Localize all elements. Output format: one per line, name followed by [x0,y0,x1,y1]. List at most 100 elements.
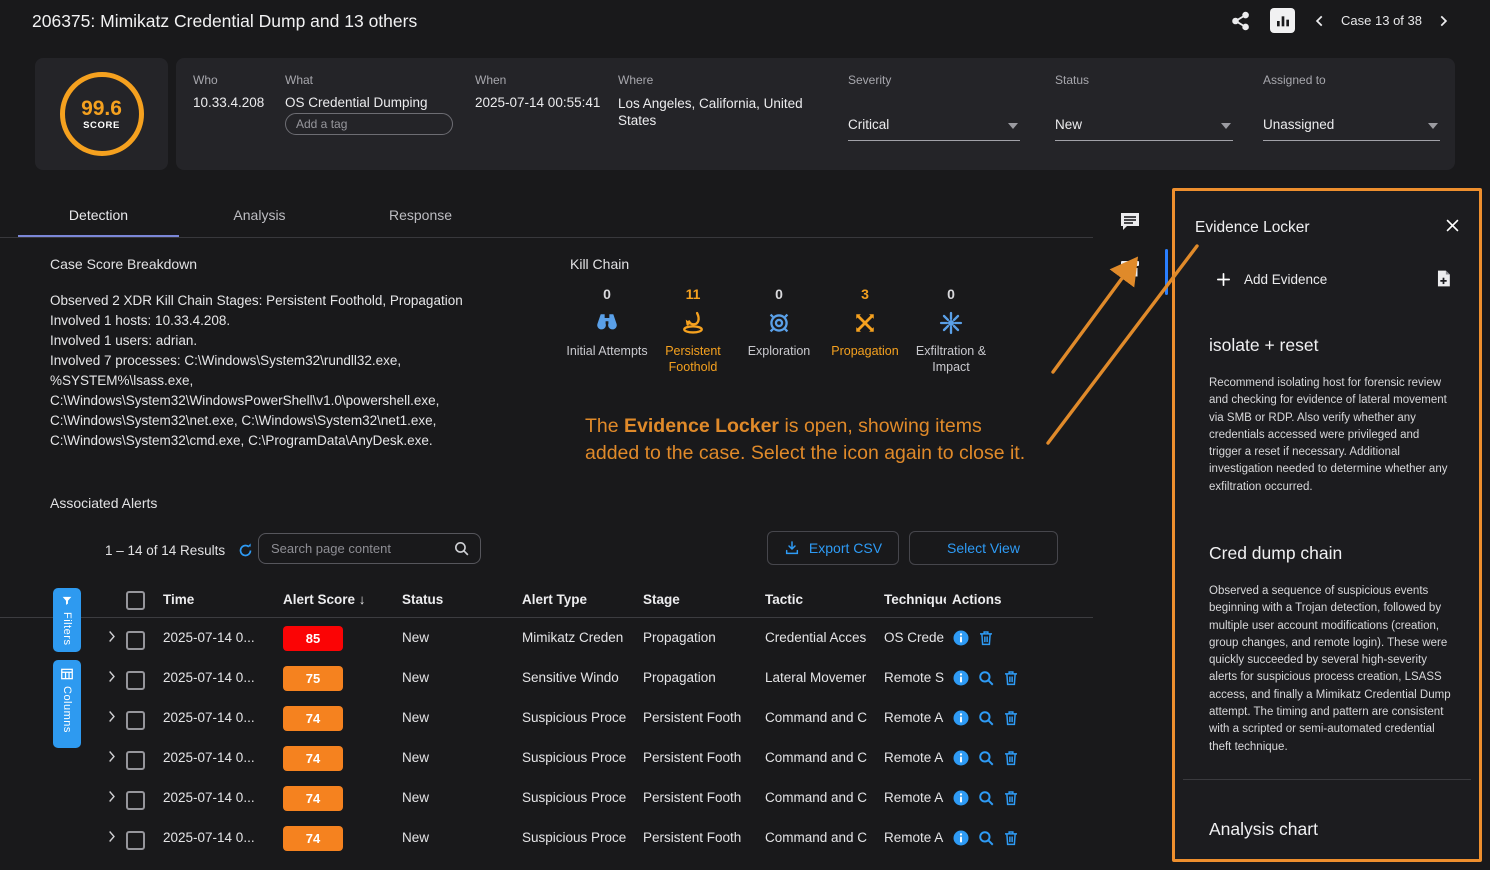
expand-row-button[interactable] [104,669,119,684]
alert-score-badge: 75 [283,666,343,691]
select-all-checkbox[interactable] [126,591,145,610]
next-case-button[interactable] [1436,14,1450,28]
delete-alert-icon[interactable] [1002,669,1020,687]
select-view-button[interactable]: Select View [909,531,1058,565]
row-checkbox[interactable] [126,711,145,730]
row-actions [952,829,1020,847]
info-alert-icon[interactable] [952,829,970,847]
evidence-item-heading[interactable]: Analysis chart [1209,819,1318,840]
delete-alert-icon[interactable] [1002,829,1020,847]
evidence-item-body: Recommend isolating host for forensic re… [1209,375,1455,496]
search-alert-icon[interactable] [977,749,995,767]
info-alert-icon[interactable] [952,749,970,767]
row-checkbox[interactable] [126,791,145,810]
columns-button[interactable]: Columns [53,660,81,748]
stage-count: 0 [736,286,822,306]
row-time: 2025-07-14 0... [163,630,275,645]
chevron-down-icon [1008,123,1018,129]
chevron-right-icon [104,749,119,764]
close-evidence-locker-button[interactable] [1444,217,1461,234]
case-nav-label: Case 13 of 38 [1341,13,1422,28]
row-alert-type: Suspicious Proce [522,790,629,805]
delete-alert-icon[interactable] [1002,709,1020,727]
row-checkbox[interactable] [126,751,145,770]
bar-chart-icon [1275,13,1291,29]
stage-label: Persistent Foothold [650,343,736,375]
search-alert-icon[interactable] [977,709,995,727]
export-csv-button[interactable]: Export CSV [767,531,899,565]
col-header-technique[interactable]: Technique [884,592,946,607]
who-value: 10.33.4.208 [193,95,264,110]
status-select[interactable]: New [1055,114,1233,141]
col-header-alert-score[interactable]: Alert Score ↓ [283,592,366,607]
info-alert-icon[interactable] [952,669,970,687]
row-tactic: Lateral Movemer [765,670,871,685]
row-status: New [402,830,502,845]
row-technique: Remote A [884,830,944,845]
delete-alert-icon[interactable] [1002,789,1020,807]
killchain-stage-propagation[interactable]: 3 Propagation [822,286,908,375]
expand-row-button[interactable] [104,789,119,804]
col-header-time[interactable]: Time [163,592,194,607]
topbar-actions: Case 13 of 38 [1230,8,1450,33]
severity-select[interactable]: Critical [848,114,1020,141]
col-header-status[interactable]: Status [402,592,443,607]
row-stage: Propagation [643,670,751,685]
expand-row-button[interactable] [104,829,119,844]
filters-button[interactable]: Filters [53,588,81,652]
chart-view-button[interactable] [1270,8,1295,33]
chevron-right-icon [104,669,119,684]
col-header-alert-type[interactable]: Alert Type [522,592,587,607]
row-checkbox[interactable] [126,671,145,690]
col-header-tactic[interactable]: Tactic [765,592,803,607]
comments-drawer-button[interactable] [1118,208,1146,234]
search-icon[interactable] [453,540,470,557]
previous-case-button[interactable] [1313,14,1327,28]
search-alert-icon[interactable] [977,669,995,687]
search-input[interactable] [259,541,453,556]
chevron-right-icon [104,629,119,644]
evidence-item-heading[interactable]: isolate + reset [1209,335,1318,356]
info-alert-icon[interactable] [952,789,970,807]
killchain-stage-exfiltration-impact[interactable]: 0 Exfiltration & Impact [908,286,994,375]
search-alert-icon[interactable] [977,829,995,847]
tabs-divider [0,237,1093,238]
what-value: OS Credential Dumping [285,95,428,110]
alert-score-badge: 74 [283,706,343,731]
row-alert-type: Suspicious Proce [522,750,629,765]
tab-analysis[interactable]: Analysis [179,195,340,235]
row-stage: Persistent Footh [643,710,751,725]
evidence-locker-title: Evidence Locker [1195,219,1310,237]
delete-alert-icon[interactable] [1002,749,1020,767]
killchain-stage-initial-attempts[interactable]: 0 Initial Attempts [564,286,650,375]
share-button[interactable] [1230,10,1252,32]
row-checkbox[interactable] [126,831,145,850]
add-evidence-label: Add Evidence [1244,272,1327,287]
results-count: 1 – 14 of 14 Results [105,542,254,559]
add-evidence-button[interactable]: Add Evidence [1215,271,1327,288]
killchain-stage-persistent-foothold[interactable]: 11 Persistent Foothold [650,286,736,375]
tab-detection[interactable]: Detection [18,195,179,238]
col-header-stage[interactable]: Stage [643,592,680,607]
info-alert-icon[interactable] [952,629,970,647]
attach-file-button[interactable] [1434,269,1453,288]
delete-alert-icon[interactable] [977,629,995,647]
row-tactic: Command and C [765,750,871,765]
refresh-button[interactable] [237,542,254,559]
tab-response[interactable]: Response [340,195,501,235]
add-tag-input[interactable] [285,113,453,135]
expand-row-button[interactable] [104,749,119,764]
expand-row-button[interactable] [104,629,119,644]
info-alert-icon[interactable] [952,709,970,727]
case-score-label: SCORE [83,120,120,131]
row-tactic: Command and C [765,790,871,805]
search-alert-icon[interactable] [977,789,995,807]
assigned-select[interactable]: Unassigned [1263,114,1440,141]
killchain-stage-exploration[interactable]: 0 Exploration [736,286,822,375]
expand-row-button[interactable] [104,709,119,724]
evidence-item-heading[interactable]: Cred dump chain [1209,543,1342,564]
row-checkbox[interactable] [126,631,145,650]
assigned-label: Assigned to [1263,73,1326,87]
evidence-locker-drawer-button[interactable] [1118,256,1146,282]
share-icon [1230,10,1252,32]
